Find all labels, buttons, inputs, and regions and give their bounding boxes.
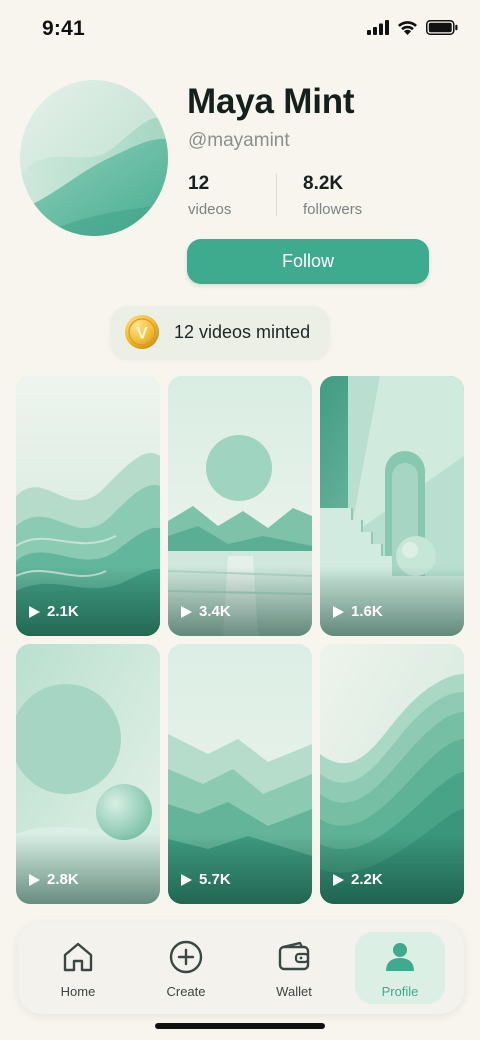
video-card[interactable]: 2.2K [320, 644, 464, 904]
view-count: 2.1K [28, 603, 79, 620]
video-shade [320, 834, 464, 904]
avatar [20, 80, 168, 236]
view-count-label: 2.8K [47, 871, 79, 888]
view-count: 1.6K [332, 603, 383, 620]
nav-item-wallet[interactable]: Wallet [249, 932, 339, 1004]
nav-item-home[interactable]: Home [33, 932, 123, 1004]
video-shade [168, 834, 312, 904]
follow-button[interactable]: Follow [187, 239, 429, 284]
video-card[interactable]: 1.6K [320, 376, 464, 636]
profile-name: Maya Mint [187, 82, 355, 121]
video-shade [320, 566, 464, 636]
view-count: 5.7K [180, 871, 231, 888]
nav-item-create[interactable]: Create [141, 932, 231, 1004]
view-count-label: 2.1K [47, 603, 79, 620]
nav-label-home: Home [60, 984, 96, 999]
view-count: 3.4K [180, 603, 231, 620]
plus-circle-icon [169, 940, 203, 974]
play-icon [333, 605, 344, 618]
profile-handle: @mayamint [188, 130, 290, 151]
signal-icon [367, 20, 389, 35]
video-shade [168, 566, 312, 636]
minted-text: 12 videos minted [174, 321, 311, 342]
minted-badge: V 12 videos minted [111, 306, 329, 358]
person-icon [386, 943, 414, 971]
stat-followers-value: 8.2K [303, 173, 344, 194]
coin-icon: V [125, 315, 159, 349]
stat-videos-value: 12 [188, 173, 210, 194]
video-card[interactable]: 2.1K [16, 376, 160, 636]
coin-letter: V [136, 324, 148, 343]
status-icons [367, 20, 458, 35]
status-bar: 9:41 [0, 0, 480, 60]
stat-followers-label: followers [303, 201, 363, 218]
video-card[interactable]: 5.7K [168, 644, 312, 904]
stat-videos: 12 videos [188, 173, 231, 218]
play-icon [29, 873, 40, 886]
view-count-label: 1.6K [351, 603, 383, 620]
video-grid: 2.1K 3.4K 1.6K 2.8K 5.7K 2.2K [16, 376, 464, 904]
view-count: 2.2K [332, 871, 383, 888]
play-icon [181, 873, 192, 886]
video-shade [16, 834, 160, 904]
stat-videos-label: videos [188, 201, 232, 218]
play-icon [181, 605, 192, 618]
nav-label-wallet: Wallet [276, 984, 312, 999]
video-shade [16, 566, 160, 636]
nav-item-profile[interactable]: Profile [355, 932, 445, 1004]
video-card[interactable]: 2.8K [16, 644, 160, 904]
stat-followers[interactable]: 8.2K followers [303, 173, 362, 218]
status-time: 9:41 [42, 17, 85, 40]
view-count: 2.8K [28, 871, 79, 888]
view-count-label: 5.7K [199, 871, 231, 888]
bottom-nav: Home Create Wallet Profile [18, 922, 464, 1014]
nav-label-profile: Profile [381, 984, 419, 999]
wifi-icon [398, 21, 417, 35]
battery-icon [426, 20, 458, 35]
stat-divider [276, 174, 277, 216]
view-count-label: 2.2K [351, 871, 383, 888]
play-icon [333, 873, 344, 886]
nav-label-create: Create [166, 984, 206, 999]
home-indicator [155, 1023, 325, 1029]
play-icon [29, 605, 40, 618]
view-count-label: 3.4K [199, 603, 231, 620]
wallet-icon [278, 941, 310, 971]
video-card[interactable]: 3.4K [168, 376, 312, 636]
home-icon [63, 942, 93, 972]
